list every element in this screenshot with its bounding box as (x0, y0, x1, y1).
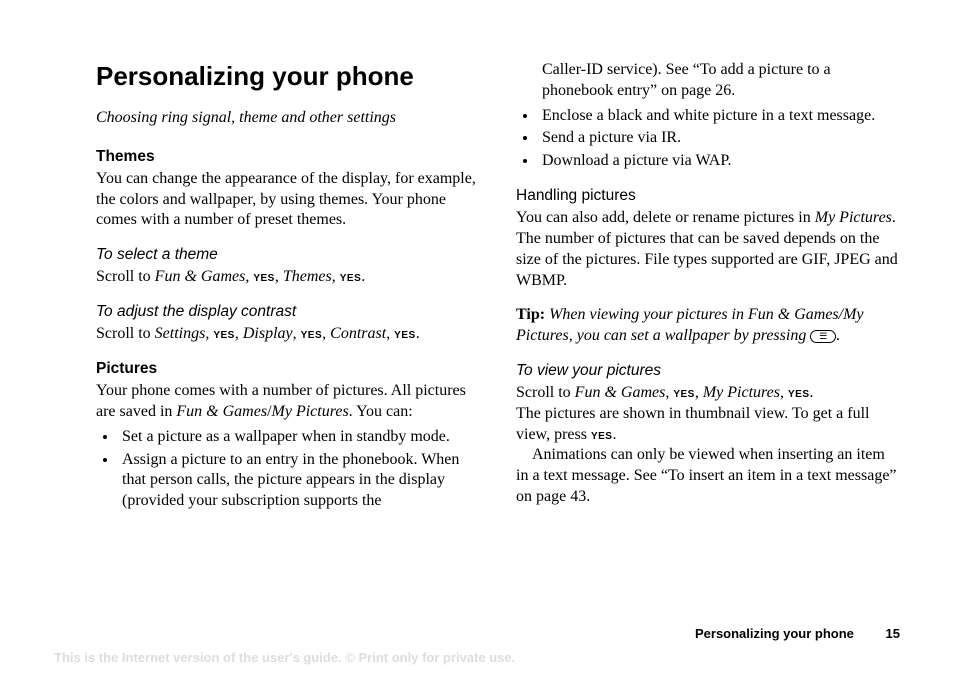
text: Scroll to (96, 325, 155, 342)
text: You can also add, delete or rename pictu… (516, 209, 815, 226)
pictures-list-cont: Caller-ID service). See “To add a pictur… (516, 60, 900, 102)
yes-key: YES (340, 273, 362, 284)
view-pictures-p3: Animations can only be viewed when inser… (516, 445, 900, 507)
handling-pictures-heading: Handling pictures (516, 186, 900, 206)
list-item: Send a picture via IR. (538, 128, 900, 149)
menu-path: Fun & Games (155, 268, 246, 285)
menu-path: My Pictures (272, 403, 349, 420)
yes-key: YES (253, 273, 275, 284)
text: , (322, 325, 330, 342)
menu-path: Themes (283, 268, 332, 285)
themes-heading: Themes (96, 147, 480, 167)
menu-path: My Pictures (815, 209, 892, 226)
yes-key: YES (394, 330, 416, 341)
menu-path: My Pictures (703, 384, 780, 401)
text: , (275, 268, 283, 285)
text: Scroll to (516, 384, 575, 401)
pictures-list: Set a picture as a wallpaper when in sta… (96, 427, 480, 512)
page-footer: Personalizing your phone 15 (695, 626, 900, 643)
yes-key: YES (788, 389, 810, 400)
select-theme-heading: To select a theme (96, 245, 480, 265)
menu-path: Settings (155, 325, 206, 342)
menu-path: Fun & Games (176, 403, 267, 420)
left-column: Personalizing your phone Choosing ring s… (96, 60, 480, 514)
tip-label: Tip: (516, 306, 545, 323)
yes-key: YES (591, 431, 613, 442)
text: , (293, 325, 301, 342)
text: , (235, 325, 243, 342)
pictures-heading: Pictures (96, 359, 480, 379)
footer-section-name: Personalizing your phone (695, 626, 854, 641)
footer-page-number: 15 (886, 626, 900, 641)
contrast-instructions: Scroll to Settings, YES, Display, YES, C… (96, 324, 480, 345)
text: The pictures are shown in thumbnail view… (516, 405, 869, 443)
text: Scroll to (96, 268, 155, 285)
options-key-icon: ☰ (810, 330, 836, 343)
text: , (386, 325, 394, 342)
menu-path: Contrast (330, 325, 386, 342)
text: , (780, 384, 788, 401)
select-theme-instructions: Scroll to Fun & Games, YES, Themes, YES. (96, 267, 480, 288)
pictures-list-cont2: Enclose a black and white picture in a t… (516, 106, 900, 172)
themes-paragraph: You can change the appearance of the dis… (96, 169, 480, 231)
list-item-continuation: Caller-ID service). See “To add a pictur… (538, 60, 900, 102)
handling-pictures-paragraph: You can also add, delete or rename pictu… (516, 208, 900, 291)
page-title: Personalizing your phone (96, 60, 480, 94)
yes-key: YES (213, 330, 235, 341)
text: . You can: (349, 403, 413, 420)
pictures-intro: Your phone comes with a number of pictur… (96, 381, 480, 423)
list-item: Assign a picture to an entry in the phon… (118, 450, 480, 512)
view-pictures-heading: To view your pictures (516, 361, 900, 381)
view-pictures-p1: Scroll to Fun & Games, YES, My Pictures,… (516, 383, 900, 404)
tip-paragraph: Tip: When viewing your pictures in Fun &… (516, 305, 900, 347)
menu-path: Display (243, 325, 293, 342)
yes-key: YES (301, 330, 323, 341)
page-subtitle: Choosing ring signal, theme and other se… (96, 108, 480, 129)
right-column: Caller-ID service). See “To add a pictur… (516, 60, 900, 514)
contrast-heading: To adjust the display contrast (96, 302, 480, 322)
list-item: Download a picture via WAP. (538, 151, 900, 172)
list-item: Set a picture as a wallpaper when in sta… (118, 427, 480, 448)
text: , (332, 268, 340, 285)
content-columns: Personalizing your phone Choosing ring s… (96, 60, 900, 514)
text: , (695, 384, 703, 401)
watermark-text: This is the Internet version of the user… (54, 650, 515, 667)
view-pictures-p2: The pictures are shown in thumbnail view… (516, 404, 900, 446)
tip-end: . (836, 327, 840, 344)
menu-path: Fun & Games (575, 384, 666, 401)
yes-key: YES (673, 389, 695, 400)
list-item: Enclose a black and white picture in a t… (538, 106, 900, 127)
text: . (612, 426, 616, 443)
